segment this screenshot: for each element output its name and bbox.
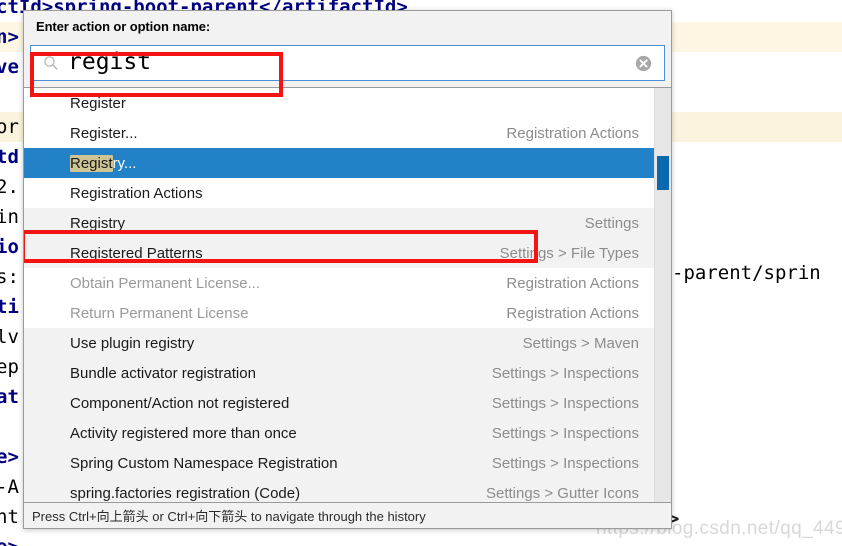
list-item[interactable]: Registry... bbox=[24, 148, 671, 178]
list-item-label: Use plugin registry bbox=[70, 334, 195, 352]
dialog-title: Enter action or option name: bbox=[36, 19, 211, 34]
list-item-label: Return Permanent License bbox=[70, 304, 249, 322]
list-item-label: spring.factories registration (Code) bbox=[70, 484, 301, 502]
list-item-label: Spring Custom Namespace Registration bbox=[70, 454, 338, 472]
editor-code-line: -A bbox=[0, 476, 19, 498]
list-item-category: Settings > Inspections bbox=[491, 424, 639, 442]
search-match-highlight: Regist bbox=[70, 154, 113, 172]
list-item-category: Registration Actions bbox=[506, 124, 639, 142]
list-item-category: Settings > Inspections bbox=[491, 364, 639, 382]
list-item[interactable]: Use plugin registry Settings > Maven bbox=[24, 328, 671, 358]
list-item-category: Settings > Inspections bbox=[491, 454, 639, 472]
list-item-label: Component/Action not registered bbox=[70, 394, 290, 412]
list-item[interactable]: Register... Registration Actions bbox=[24, 118, 671, 148]
list-scrollbar-thumb[interactable] bbox=[657, 156, 669, 190]
search-icon bbox=[40, 52, 62, 74]
search-input[interactable] bbox=[62, 46, 628, 80]
editor-code-line: ti bbox=[0, 296, 19, 318]
list-item-label: Bundle activator registration bbox=[70, 364, 256, 382]
dialog-header: Enter action or option name: bbox=[24, 11, 671, 41]
list-item[interactable]: Registration Actions bbox=[24, 178, 671, 208]
list-item[interactable]: Spring Custom Namespace Registration Sett… bbox=[24, 448, 671, 478]
editor-code-line: or bbox=[0, 116, 19, 138]
results-list[interactable]: Register Register... Registration Actions R… bbox=[24, 88, 671, 502]
list-item-label: Registered Patterns bbox=[70, 244, 203, 262]
list-item-category: Settings > Inspections bbox=[491, 394, 639, 412]
list-item-label: Register... bbox=[70, 124, 138, 142]
clear-icon[interactable] bbox=[628, 53, 658, 73]
list-item[interactable]: Registered Patterns Settings > File Types bbox=[24, 238, 671, 268]
editor-code-line: nt bbox=[0, 506, 19, 528]
editor-code-line: 2. bbox=[0, 176, 19, 198]
list-item-label: Obtain Permanent License... bbox=[70, 274, 261, 292]
status-bar-text: Press Ctrl+向上箭头 or Ctrl+向下箭头 to navigate… bbox=[32, 509, 426, 524]
list-item-label: Registry... bbox=[70, 154, 137, 172]
list-item-category: Settings > File Types bbox=[499, 244, 639, 262]
editor-code-line: n> bbox=[0, 26, 19, 48]
list-item-label: Activity registered more than once bbox=[70, 424, 297, 442]
list-item[interactable]: Activity registered more than once Settin… bbox=[24, 418, 671, 448]
editor-code-line: e> bbox=[0, 532, 19, 546]
list-item-label: Registry bbox=[70, 214, 126, 232]
list-item-category: Settings bbox=[584, 214, 639, 232]
list-item-label: Register bbox=[70, 94, 126, 112]
editor-code-line: lv bbox=[0, 326, 19, 348]
editor-code-line: in bbox=[0, 206, 19, 228]
list-item[interactable]: Registry Settings bbox=[24, 208, 671, 238]
list-item-category: Settings > Gutter Icons bbox=[486, 484, 639, 502]
list-item[interactable]: Return Permanent License Registration Act… bbox=[24, 298, 671, 328]
list-item[interactable]: Component/Action not registered Settings … bbox=[24, 388, 671, 418]
editor-code-line: io bbox=[0, 236, 19, 258]
list-item-category: Registration Actions bbox=[506, 274, 639, 292]
list-item-category: Settings > Maven bbox=[522, 334, 639, 352]
goto-action-dialog: Enter action or option name: Register Reg… bbox=[23, 10, 672, 529]
list-item[interactable]: spring.factories registration (Code) Sett… bbox=[24, 478, 671, 502]
editor-code-line: ve bbox=[0, 56, 19, 78]
editor-code-line: e> bbox=[0, 446, 19, 468]
list-scrollbar[interactable] bbox=[654, 88, 671, 502]
editor-code-line: ep bbox=[0, 356, 19, 378]
editor-code-line: td bbox=[0, 146, 19, 168]
list-item[interactable]: Bundle activator registration Settings > … bbox=[24, 358, 671, 388]
editor-url-text: -parent/sprin bbox=[672, 262, 821, 284]
editor-code-line: s: bbox=[0, 266, 19, 288]
dialog-status-bar: Press Ctrl+向上箭头 or Ctrl+向下箭头 to navigate… bbox=[24, 502, 671, 528]
list-item[interactable]: Register bbox=[24, 88, 671, 118]
search-field[interactable] bbox=[30, 45, 665, 81]
editor-code-line: at bbox=[0, 386, 19, 408]
list-item-category: Registration Actions bbox=[506, 304, 639, 322]
results-list-container: Register Register... Registration Actions R… bbox=[24, 87, 671, 502]
list-item[interactable]: Obtain Permanent License... Registration … bbox=[24, 268, 671, 298]
list-item-label: Registration Actions bbox=[70, 184, 203, 202]
